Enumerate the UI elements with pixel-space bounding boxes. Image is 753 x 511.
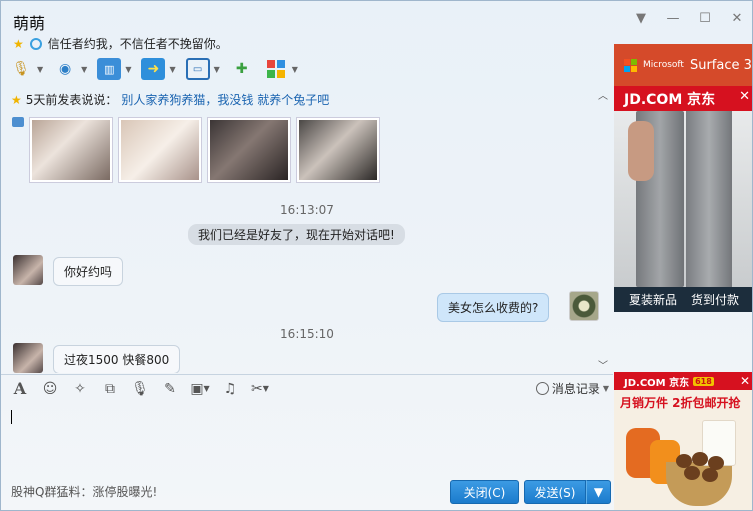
star-icon: ★: [11, 92, 22, 107]
remote-assist-icon: ▥: [97, 58, 122, 80]
status-prefix: 5天前发表说说：: [25, 93, 118, 107]
qzone-status: ★ 5天前发表说说： 别人家养狗养猫，我没钱 就养个兔子吧: [11, 91, 329, 108]
window-controls: ▼ — ☐ ✕: [632, 9, 746, 27]
screenshot-icon[interactable]: ✂ ▼: [251, 380, 269, 398]
chevron-down-icon[interactable]: ▼: [632, 9, 650, 27]
photo-thumbnail[interactable]: [207, 117, 291, 183]
ad-caption-2: 货到付款: [691, 293, 740, 307]
ad-image: [622, 418, 746, 508]
chat-toolbar: 🎙 ▼ ◉ ▼ ▥ ▼ ➜ ▼ ▭ ▼ ✚ ▼: [9, 55, 298, 83]
ad-caption-1: 夏装新品: [628, 293, 677, 307]
close-icon[interactable]: ✕: [728, 9, 746, 27]
photo-thumbnail[interactable]: [118, 117, 202, 183]
create-discussion-icon: ✚: [235, 61, 248, 77]
emoji-icon[interactable]: ☺: [41, 380, 59, 398]
bottom-advertisement[interactable]: JD.COM 京东 618 ✕ 月销万件 2折包邮开抢: [614, 372, 752, 510]
contact-avatar[interactable]: [13, 343, 43, 373]
chat-window: 萌萌 ▼ — ☐ ✕ ★ 信任者约我，不信任者不挽留你。 🎙 ▼ ◉ ▼ ▥ ▼ ➜ ▼: [0, 0, 753, 511]
voice-call-icon: 🎙: [12, 61, 30, 77]
video-call-button[interactable]: ◉ ▼: [53, 58, 87, 80]
edit-icon[interactable]: ✎: [161, 380, 179, 398]
ad-image: [614, 111, 752, 287]
shake-icon[interactable]: ✧: [71, 380, 89, 398]
message-history[interactable]: ★ 5天前发表说说： 别人家养狗养猫，我没钱 就养个兔子吧 16:13:07 我…: [1, 87, 613, 373]
chevron-down-icon: ▼: [593, 485, 604, 499]
ad-promo-text: 月销万件 2折包邮开抢: [620, 396, 741, 410]
maximize-icon[interactable]: ☐: [696, 9, 714, 27]
incoming-message: 过夜1500 快餐800: [53, 345, 181, 373]
remote-assist-button[interactable]: ▥ ▼: [97, 58, 131, 80]
photo-album-icon: [12, 117, 24, 127]
history-label: 消息记录: [551, 382, 600, 396]
gif-icon[interactable]: ⧉: [101, 380, 119, 398]
image-icon[interactable]: ▣ ▼: [190, 380, 209, 398]
input-toolbar: A ☺ ✧ ⧉ 🎙 ✎ ▣ ▼ ♫ ✂ ▼ 消息记录 ▼: [1, 374, 613, 402]
ad-brand: Microsoft: [643, 60, 684, 70]
clock-icon: [535, 382, 549, 395]
minimize-icon[interactable]: —: [664, 9, 682, 27]
my-avatar[interactable]: [569, 291, 599, 321]
voice-call-button[interactable]: 🎙 ▼: [9, 58, 43, 80]
close-icon[interactable]: ✕: [739, 89, 750, 104]
contact-avatar[interactable]: [13, 255, 43, 285]
scroll-up-icon[interactable]: ︿: [598, 87, 608, 102]
font-icon[interactable]: A: [11, 379, 29, 398]
message-timestamp: 16:15:10: [280, 327, 334, 341]
close-button[interactable]: 关闭(C): [450, 480, 519, 504]
side-advertisement[interactable]: Microsoft Surface 3 JD.COM 京东 ✕ 夏装新品 货到付…: [614, 44, 752, 312]
ad-store: JD.COM 京东: [624, 91, 716, 108]
message-timestamp: 16:13:07: [280, 203, 334, 217]
send-file-button[interactable]: ➜ ▼: [141, 58, 176, 80]
system-message: 我们已经是好友了，现在开始对话吧!: [188, 224, 405, 245]
close-icon[interactable]: ✕: [740, 374, 750, 388]
message-history-button[interactable]: 消息记录 ▼: [535, 380, 609, 397]
ad-tag: 618: [693, 376, 714, 386]
ad-store: JD.COM 京东: [624, 377, 690, 389]
outgoing-message: 美女怎么收费的?: [437, 293, 550, 322]
ad-product: Surface 3: [689, 57, 752, 73]
star-icon: ★: [13, 36, 24, 51]
photo-thumbnail[interactable]: [296, 117, 380, 183]
video-call-icon: ◉: [59, 61, 72, 77]
incoming-message: 你好约吗: [53, 257, 124, 286]
status-link[interactable]: 别人家养狗养猫，我没钱 就养个兔子吧: [121, 91, 329, 108]
promo-link[interactable]: 股神Q群猛料：涨停股曝光!: [11, 483, 157, 500]
signature-text: 信任者约我，不信任者不挽留你。: [47, 37, 228, 51]
music-icon[interactable]: ♫: [221, 380, 239, 398]
text-cursor: [11, 410, 12, 424]
ad-store-bar: JD.COM 京东 ✕: [614, 86, 752, 111]
ad-store-bar: JD.COM 京东 618 ✕: [614, 372, 752, 390]
ad-banner-microsoft: Microsoft Surface 3: [614, 44, 752, 86]
send-file-icon: ➜: [141, 58, 166, 80]
apps-icon: [264, 58, 288, 80]
send-options-button[interactable]: ▼: [586, 480, 611, 504]
screen-share-button[interactable]: ▭ ▼: [185, 58, 220, 80]
contact-name: 萌萌: [13, 14, 46, 33]
apps-button[interactable]: ▼: [264, 58, 298, 80]
send-button[interactable]: 发送(S): [524, 480, 586, 504]
scroll-down-icon[interactable]: ﹀: [598, 357, 608, 372]
create-discussion-button[interactable]: ✚: [230, 58, 254, 80]
signature-row: ★ 信任者约我，不信任者不挽留你。: [13, 35, 228, 52]
screen-share-icon: ▭: [185, 58, 210, 80]
photo-thumbnail[interactable]: [29, 117, 113, 183]
voice-message-icon[interactable]: 🎙: [131, 380, 149, 398]
message-input[interactable]: [1, 402, 613, 476]
qzone-icon[interactable]: [29, 37, 42, 50]
photo-strip: [29, 117, 380, 183]
ad-caption: 夏装新品 货到付款: [614, 287, 752, 312]
microsoft-logo-icon: [624, 58, 637, 72]
